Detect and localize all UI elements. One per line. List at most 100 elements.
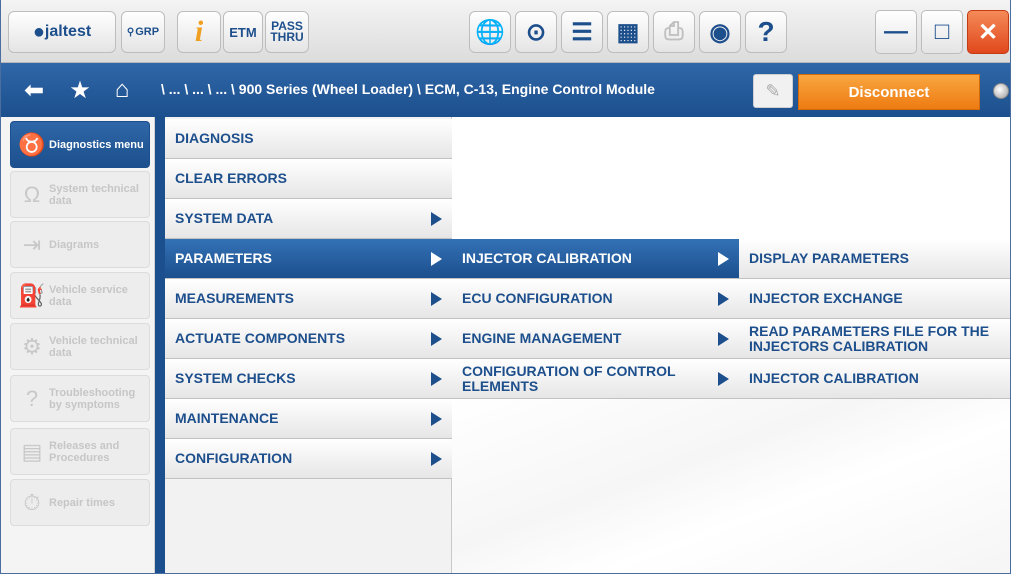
menu-item-read-parameters-file[interactable]: READ PARAMETERS FILE FOR THE INJECTORS C… <box>739 319 1010 359</box>
breadcrumb: \ ... \ ... \ ... \ 900 Series (Wheel Lo… <box>161 81 655 97</box>
pencil-icon: ✎ <box>765 80 781 101</box>
menu-column-1: DIAGNOSIS CLEAR ERRORS SYSTEM DATA PARAM… <box>165 117 452 573</box>
menu-item-injector-calibration-group[interactable]: INJECTOR CALIBRATION <box>452 239 739 279</box>
connector-button[interactable]: ⊙ <box>515 11 557 53</box>
back-arrow-icon[interactable]: ⬅ <box>19 75 49 105</box>
chevron-right-icon <box>431 371 442 386</box>
sidebar-item-repair-times[interactable]: ⏱ Repair times <box>10 479 150 526</box>
sidebar-item-system-technical-data[interactable]: Ω System technical data <box>10 171 150 218</box>
close-button[interactable]: ✕ <box>967 10 1009 54</box>
chevron-right-icon <box>718 251 729 266</box>
menu-item-injector-exchange[interactable]: INJECTOR EXCHANGE <box>739 279 1010 319</box>
help-button[interactable]: ? <box>745 11 787 53</box>
grp-button[interactable]: ⚲ GRP <box>121 11 165 53</box>
print-button[interactable]: ⎙ <box>653 11 695 53</box>
app-window: ● jaltest ⚲ GRP i ETM PASS THRU 🌐 ⊙ ☰ ▦ ⎙ ◉… <box>0 0 1011 574</box>
menu-item-configuration[interactable]: CONFIGURATION <box>165 439 452 479</box>
omega-icon: Ω <box>23 181 41 207</box>
wrench-gear-icon: ⚙ <box>22 333 42 359</box>
sidebar-item-label: Releases and Procedures <box>49 439 120 464</box>
menu-item-label: SYSTEM DATA <box>175 210 274 226</box>
menu-item-label: MAINTENANCE <box>175 410 279 426</box>
thru-label: THRU <box>270 30 304 44</box>
maximize-icon: □ <box>934 18 950 45</box>
info-button[interactable]: i <box>177 11 221 53</box>
calculator-icon: ▦ <box>616 18 640 46</box>
edit-button[interactable]: ✎ <box>753 74 793 108</box>
menu-item-actuate-components[interactable]: ACTUATE COMPONENTS <box>165 319 452 359</box>
chevron-right-icon <box>431 411 442 426</box>
chevron-right-icon <box>431 331 442 346</box>
diagram-icon: ⇥ <box>22 231 42 257</box>
sidebar: ♉ Diagnostics menu Ω System technical da… <box>1 117 155 573</box>
menu-item-maintenance[interactable]: MAINTENANCE <box>165 399 452 439</box>
chevron-right-icon <box>718 371 729 386</box>
menu-item-display-parameters[interactable]: DISPLAY PARAMETERS <box>739 239 1010 279</box>
menu-item-label: PARAMETERS <box>175 250 272 266</box>
etm-label: ETM <box>229 24 257 40</box>
sidebar-item-troubleshooting[interactable]: ? Troubleshooting by symptoms <box>10 375 150 422</box>
minimize-button[interactable]: — <box>875 10 917 54</box>
globe-button[interactable]: 🌐 <box>469 11 511 53</box>
menu-item-system-checks[interactable]: SYSTEM CHECKS <box>165 359 452 399</box>
logo-text: jaltest <box>44 23 92 40</box>
logo-dot-icon: ● <box>32 20 45 43</box>
pass-thru-button[interactable]: PASS THRU <box>265 11 309 53</box>
chevron-right-icon <box>431 451 442 466</box>
stethoscope-icon: ♉ <box>18 131 46 157</box>
sidebar-item-diagrams[interactable]: ⇥ Diagrams <box>10 221 150 268</box>
jaltest-logo-button[interactable]: ● jaltest <box>8 11 116 53</box>
grp-label: GRP <box>135 26 160 38</box>
sidebar-item-vehicle-service-data[interactable]: ⛽ Vehicle service data <box>10 272 150 319</box>
list-button[interactable]: ☰ <box>561 11 603 53</box>
stopwatch-icon: ⏱ <box>23 489 41 515</box>
disconnect-button[interactable]: Disconnect <box>798 74 980 110</box>
connection-status-indicator <box>993 83 1009 99</box>
title-bar: ● jaltest ⚲ GRP i ETM PASS THRU 🌐 ⊙ ☰ ▦ ⎙ ◉… <box>1 0 1010 63</box>
menu-item-label: CONFIGURATION <box>175 450 293 466</box>
etm-button[interactable]: ETM <box>223 11 263 53</box>
menu-item-diagnosis[interactable]: DIAGNOSIS <box>165 119 452 159</box>
menu-item-label: READ PARAMETERS FILE FOR THE INJECTORS C… <box>749 322 990 354</box>
menu-item-label: ENGINE MANAGEMENT <box>462 330 622 346</box>
sidebar-item-label: Diagnostics menu <box>49 138 144 151</box>
procedures-icon: ▤ <box>21 438 43 464</box>
sidebar-item-label: Troubleshooting by symptoms <box>49 386 136 411</box>
menu-item-label: INJECTOR CALIBRATION <box>749 370 919 386</box>
menu-item-clear-errors[interactable]: CLEAR ERRORS <box>165 159 452 199</box>
help-icon: ? <box>757 16 775 47</box>
menu-item-configuration-of-control-elements[interactable]: CONFIGURATION OF CONTROL ELEMENTS <box>452 359 739 399</box>
maximize-button[interactable]: □ <box>921 10 963 54</box>
sidebar-item-label: Vehicle technical data <box>49 334 138 359</box>
menu-item-injector-calibration[interactable]: INJECTOR CALIBRATION <box>739 359 1010 399</box>
menu-item-measurements[interactable]: MEASUREMENTS <box>165 279 452 319</box>
sidebar-item-label: System technical data <box>49 182 139 207</box>
favorite-star-icon[interactable]: ★ <box>65 75 95 105</box>
menu-item-ecu-configuration[interactable]: ECU CONFIGURATION <box>452 279 739 319</box>
sidebar-item-diagnostics-menu[interactable]: ♉ Diagnostics menu <box>10 121 150 168</box>
troubleshoot-icon: ? <box>25 385 39 411</box>
navigation-bar: ⬅ ★ ⌂ \ ... \ ... \ ... \ 900 Series (Wh… <box>1 63 1010 117</box>
menu-item-label: INJECTOR EXCHANGE <box>749 290 903 306</box>
menu-item-label: CLEAR ERRORS <box>175 170 288 186</box>
menu-item-parameters[interactable]: PARAMETERS <box>165 239 452 279</box>
chevron-right-icon <box>431 251 442 266</box>
menu-item-label: CONFIGURATION OF CONTROL ELEMENTS <box>462 362 676 394</box>
info-icon: i <box>194 15 204 48</box>
menu-column-2: INJECTOR CALIBRATION ECU CONFIGURATION E… <box>452 117 739 573</box>
menu-item-label: ACTUATE COMPONENTS <box>175 330 346 346</box>
menu-item-system-data[interactable]: SYSTEM DATA <box>165 199 452 239</box>
camera-button[interactable]: ◉ <box>699 11 741 53</box>
list-icon: ☰ <box>571 18 593 46</box>
menu-item-engine-management[interactable]: ENGINE MANAGEMENT <box>452 319 739 359</box>
calculator-button[interactable]: ▦ <box>607 11 649 53</box>
sidebar-divider <box>155 117 165 573</box>
grp-key-icon: ⚲ <box>126 26 135 38</box>
sidebar-item-vehicle-technical-data[interactable]: ⚙ Vehicle technical data <box>10 323 150 370</box>
disconnect-label: Disconnect <box>848 83 930 101</box>
sidebar-item-releases-procedures[interactable]: ▤ Releases and Procedures <box>10 428 150 475</box>
menu-item-label: SYSTEM CHECKS <box>175 370 296 386</box>
chevron-right-icon <box>431 211 442 226</box>
home-icon[interactable]: ⌂ <box>107 75 137 105</box>
chevron-right-icon <box>718 331 729 346</box>
